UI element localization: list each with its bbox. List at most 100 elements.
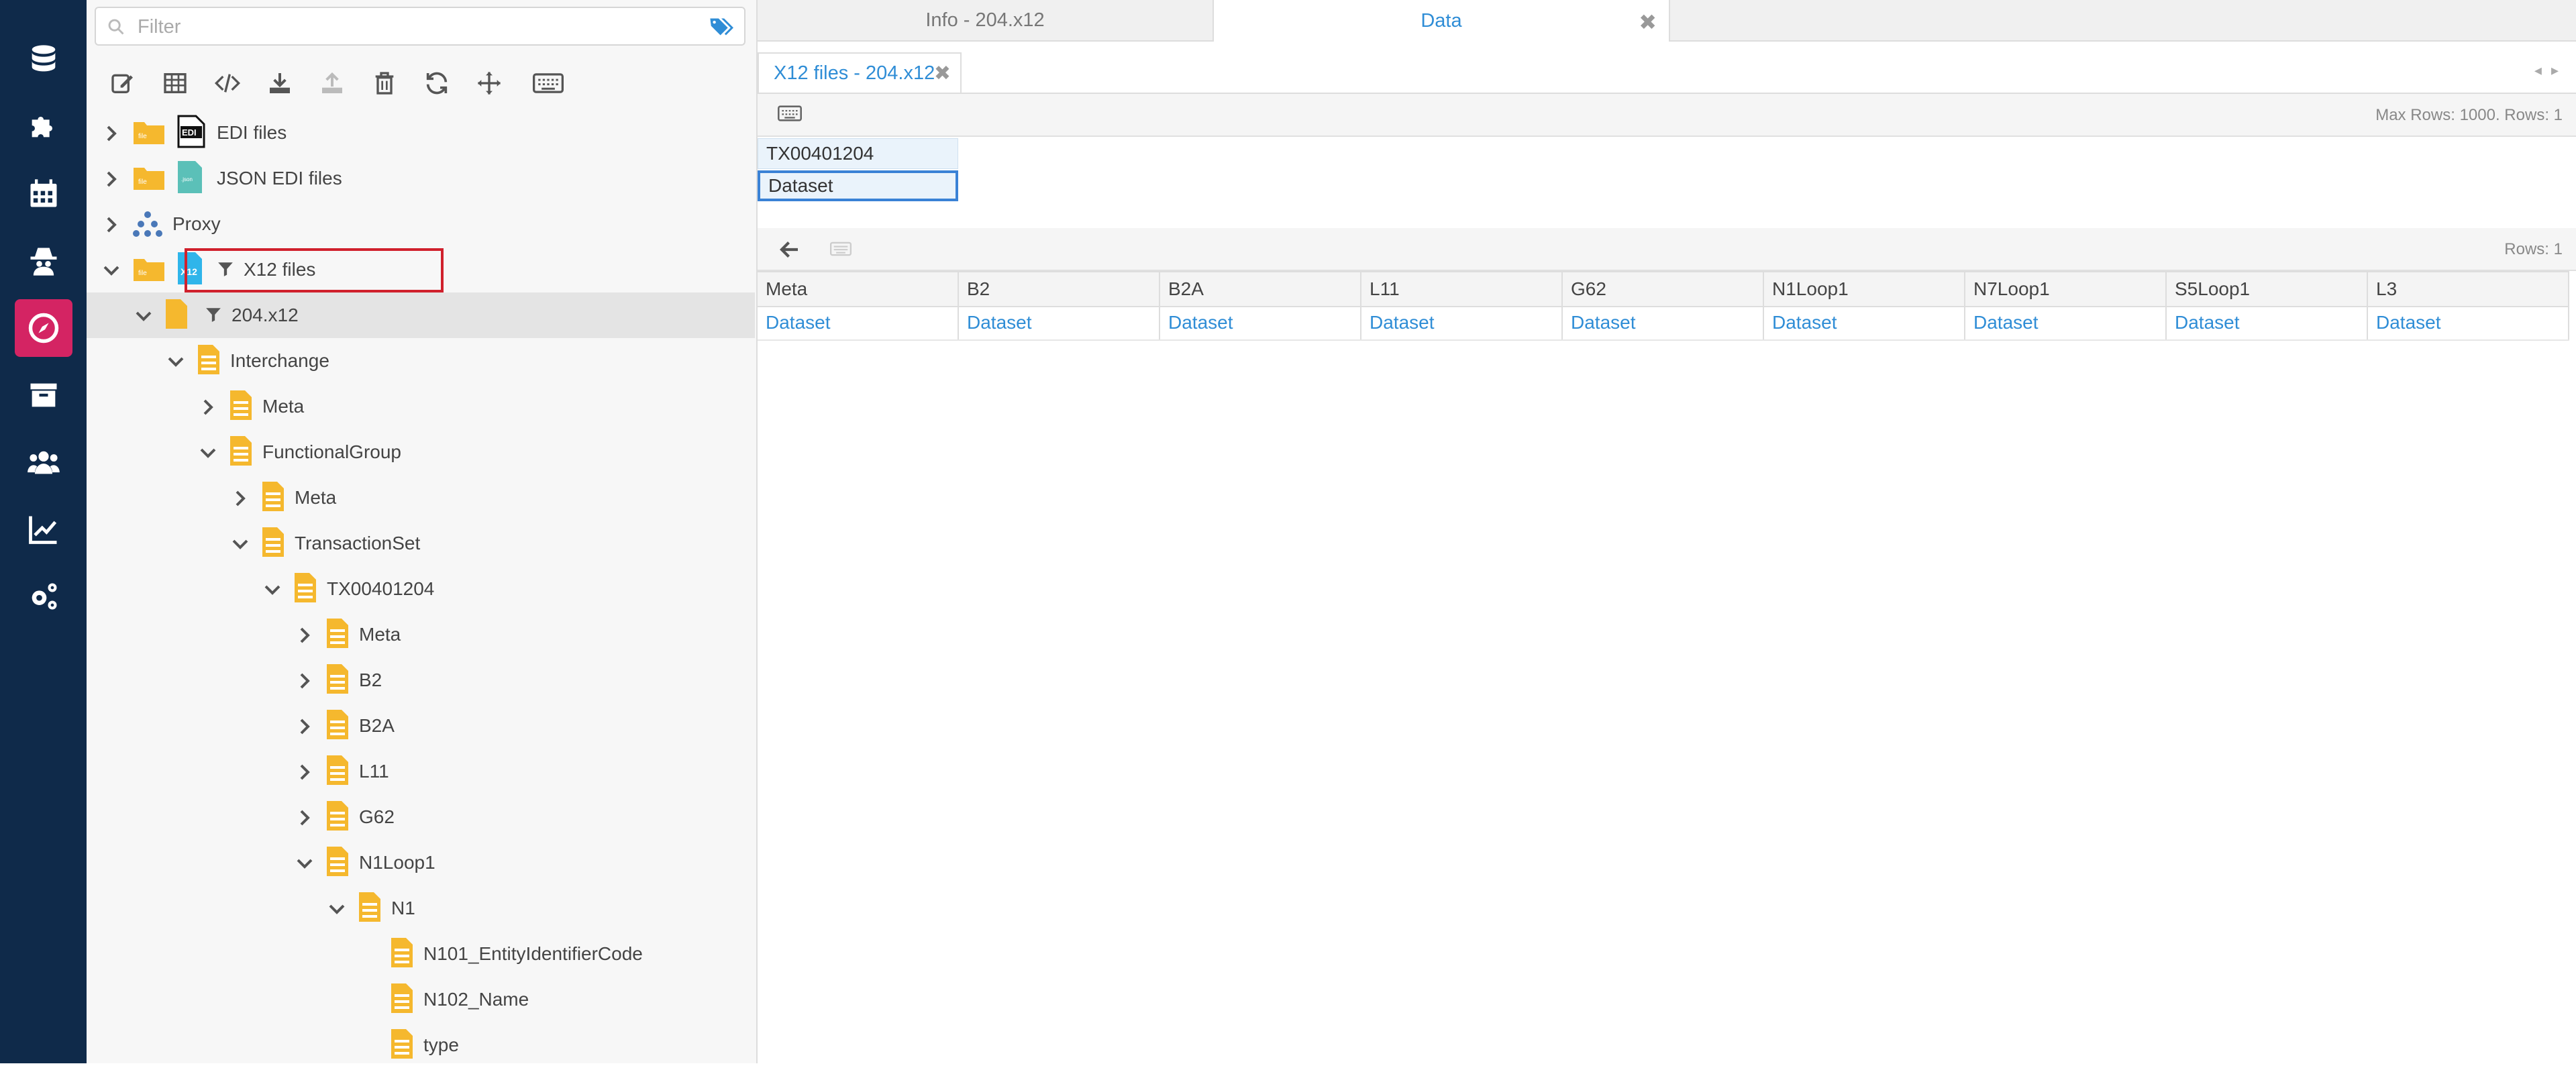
chevron-down-icon[interactable] [198, 443, 218, 463]
nav-plugins[interactable] [15, 97, 72, 154]
tab-data[interactable]: Data ✖ [1214, 0, 1670, 42]
upload-icon [322, 72, 342, 93]
filter-input[interactable] [136, 13, 689, 40]
keyboard-icon[interactable] [778, 103, 802, 123]
column-header[interactable]: N1Loop1 [1764, 272, 1965, 306]
tree-row[interactable]: L11 [87, 749, 755, 794]
nav-explorer[interactable] [15, 299, 72, 357]
column-header[interactable]: B2A [1160, 272, 1361, 306]
chevron-right-icon[interactable] [101, 123, 121, 144]
dataset-link[interactable]: Dataset [1764, 306, 1965, 339]
dataset-link[interactable]: Dataset [1160, 306, 1361, 339]
dataset-link[interactable]: Dataset [758, 306, 959, 339]
keyboard-icon[interactable] [830, 239, 852, 259]
tree-row[interactable]: G62 [87, 794, 755, 840]
tab-x12-files[interactable]: X12 files - 204.x12 ✖ [758, 52, 962, 93]
tree-row[interactable]: TransactionSet [87, 521, 755, 566]
chevron-right-icon[interactable] [295, 671, 315, 691]
tree-row[interactable]: B2 [87, 657, 755, 703]
dataset-link[interactable]: Dataset [2368, 306, 2569, 339]
main-nav [0, 0, 87, 1063]
dataset-link[interactable]: Dataset [1965, 306, 2167, 339]
rows-status: Rows: 1 [2504, 240, 2563, 258]
column-header[interactable]: L3 [2368, 272, 2569, 306]
chevron-right-icon[interactable] [230, 488, 250, 509]
upload-button[interactable] [316, 67, 348, 99]
close-icon[interactable]: ✖ [934, 62, 951, 85]
delete-button[interactable] [368, 67, 401, 99]
tree-item-label: L11 [359, 761, 389, 782]
move-button[interactable] [473, 67, 505, 99]
node-icon [325, 845, 350, 881]
tree-row[interactable]: Meta [87, 384, 755, 429]
column-header[interactable]: N7Loop1 [1965, 272, 2167, 306]
table-button[interactable] [159, 67, 191, 99]
tree-row[interactable]: FunctionalGroup [87, 429, 755, 475]
svg-text:EDI: EDI [182, 127, 197, 138]
nav-monitoring[interactable] [15, 500, 72, 558]
tree-row[interactable]: Meta [87, 612, 755, 657]
chevron-right-icon[interactable] [198, 397, 218, 417]
tree-row[interactable]: file EDI EDI files [87, 110, 755, 156]
tab-data-label: Data [1421, 9, 1462, 32]
column-header[interactable]: Meta [758, 272, 959, 306]
node-icon [390, 937, 414, 972]
tab-scroll-arrows[interactable]: ◂▸ [2534, 62, 2568, 79]
chevron-right-icon[interactable] [295, 625, 315, 645]
nav-spy[interactable] [15, 232, 72, 290]
refresh-button[interactable] [421, 67, 453, 99]
chevron-down-icon[interactable] [327, 899, 347, 919]
nav-scheduler[interactable] [15, 165, 72, 223]
tree-row[interactable]: type [87, 1022, 755, 1068]
tree-row[interactable]: 204.x12 [87, 292, 755, 338]
edit-button[interactable] [107, 67, 139, 99]
chevron-down-icon[interactable] [230, 534, 250, 554]
tree-row[interactable]: file .json JSON EDI files [87, 156, 755, 201]
dataset-link[interactable]: Dataset [1563, 306, 1764, 339]
nav-users[interactable] [15, 433, 72, 491]
max-rows-status: Max Rows: 1000. Rows: 1 [2375, 106, 2563, 124]
code-button[interactable] [211, 67, 244, 99]
column-header[interactable]: G62 [1563, 272, 1764, 306]
tree-row[interactable]: Interchange [87, 338, 755, 384]
nav-database[interactable] [15, 31, 72, 89]
tree-row[interactable]: N102_Name [87, 977, 755, 1022]
nav-archive[interactable] [15, 366, 72, 424]
close-icon[interactable]: ✖ [1639, 9, 1657, 35]
column-header[interactable]: B2 [959, 272, 1160, 306]
chevron-right-icon[interactable] [295, 808, 315, 828]
chevron-right-icon[interactable] [101, 169, 121, 189]
tab-info[interactable]: Info - 204.x12 [758, 0, 1214, 40]
tree-row[interactable]: N1 [87, 886, 755, 931]
tree-row[interactable]: B2A [87, 703, 755, 749]
chevron-right-icon[interactable] [295, 762, 315, 782]
tree-row[interactable]: N1Loop1 [87, 840, 755, 886]
tree-item-label: N1 [391, 898, 415, 918]
tree-row[interactable]: Proxy [87, 201, 755, 247]
chevron-down-icon[interactable] [295, 853, 315, 873]
move-icon [478, 72, 501, 95]
keyboard-button[interactable] [529, 67, 567, 99]
nav-settings[interactable] [15, 568, 72, 625]
tree-row[interactable]: TX00401204 [87, 566, 755, 612]
chevron-down-icon[interactable] [134, 306, 154, 326]
download-button[interactable] [264, 67, 296, 99]
tree-row[interactable]: Meta [87, 475, 755, 521]
tree-row[interactable]: N101_EntityIdentifierCode [87, 931, 755, 977]
users-icon [28, 451, 60, 474]
dataset-link[interactable]: Dataset [2167, 306, 2368, 339]
chevron-right-icon[interactable] [295, 716, 315, 737]
column-header[interactable]: L11 [1361, 272, 1563, 306]
list-item[interactable]: Dataset [758, 170, 958, 201]
chevron-right-icon[interactable] [101, 215, 121, 235]
column-header[interactable]: S5Loop1 [2167, 272, 2368, 306]
tags-icon[interactable] [709, 16, 733, 38]
arrow-left-icon[interactable] [778, 237, 802, 262]
dataset-link[interactable]: Dataset [1361, 306, 1563, 339]
chevron-down-icon[interactable] [262, 580, 282, 600]
chevron-down-icon[interactable] [166, 352, 186, 372]
list-item[interactable]: TX00401204 [758, 138, 958, 169]
chevron-down-icon[interactable] [101, 260, 121, 280]
table-icon [164, 73, 187, 93]
dataset-link[interactable]: Dataset [959, 306, 1160, 339]
